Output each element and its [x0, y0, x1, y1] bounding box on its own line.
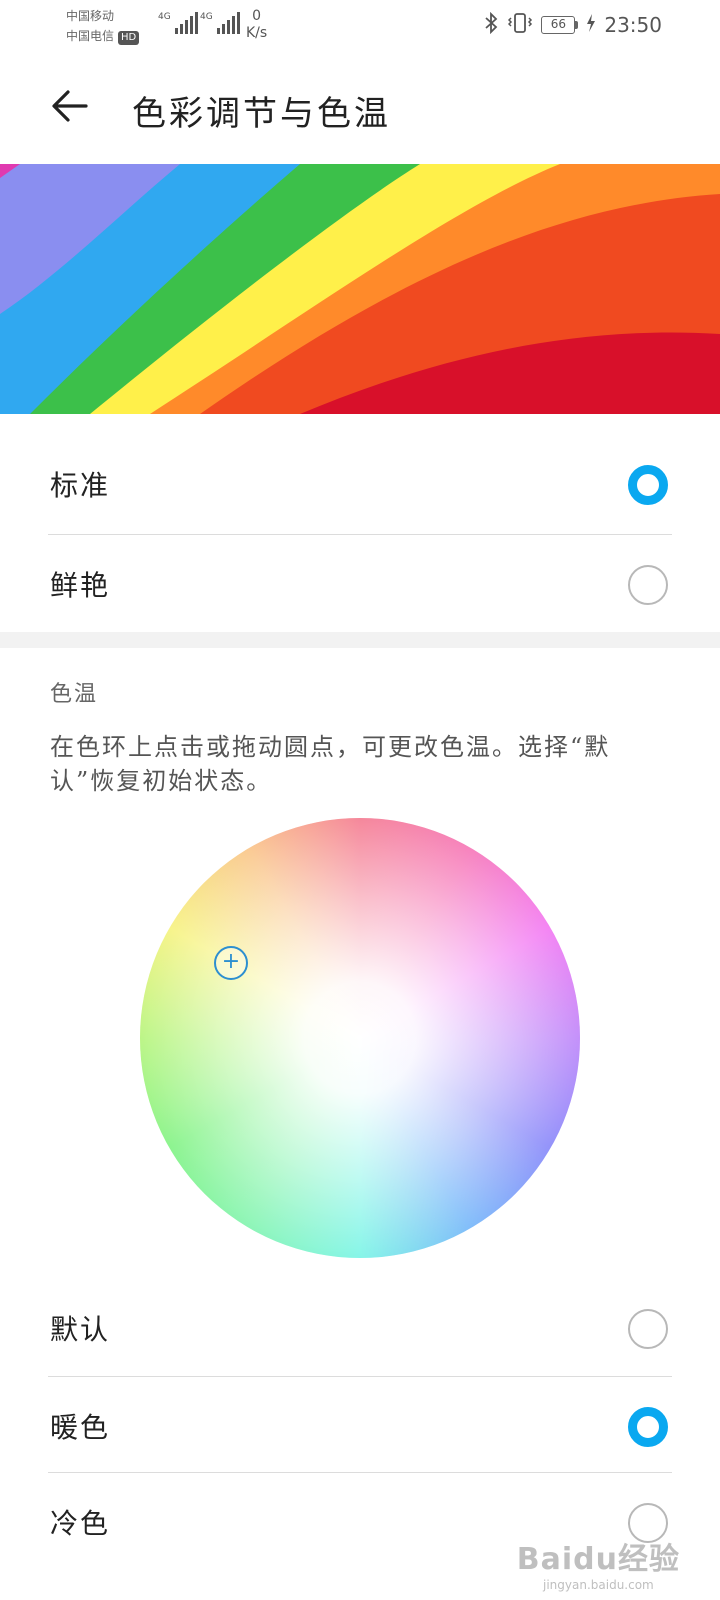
- speed-unit: K/s: [246, 25, 268, 41]
- charging-icon: [586, 13, 596, 37]
- hd-badge: HD: [118, 31, 140, 45]
- status-icons: 66 23:50: [483, 11, 662, 38]
- carrier-1-label: 中国移动: [66, 9, 115, 23]
- signal-2-type: 4G: [200, 12, 213, 22]
- plus-icon: +: [221, 949, 241, 974]
- page-title: 色彩调节与色温: [132, 94, 391, 134]
- color-picker-handle[interactable]: +: [214, 946, 248, 980]
- radio-button[interactable]: [628, 565, 668, 605]
- carrier-2-label: 中国电信: [66, 29, 115, 43]
- temperature-option-warm[interactable]: 暖色: [0, 1378, 720, 1474]
- signal-1-type: 4G: [158, 12, 171, 22]
- watermark-logo: Baidu经验: [516, 1542, 680, 1577]
- radio-button[interactable]: [628, 465, 668, 505]
- carrier-info: 中国移动 中国电信 HD: [66, 6, 140, 46]
- arrow-left-icon: [52, 90, 88, 122]
- battery-level: 66: [541, 16, 576, 34]
- status-bar: 中国移动 中国电信 HD 4G 4G 0 K/s 66 23:50: [0, 0, 720, 52]
- section-title: 色温: [50, 682, 99, 707]
- battery-icon: 66: [541, 16, 579, 34]
- option-label: 冷色: [50, 1507, 111, 1540]
- color-banner-image: [0, 164, 720, 414]
- baidu-watermark: Baidu经验 jingyan.baidu.com: [517, 1534, 680, 1592]
- option-label: 鲜艳: [50, 569, 111, 602]
- network-speed: 0 K/s: [246, 8, 267, 42]
- vibrate-icon: [507, 12, 533, 38]
- back-button[interactable]: [48, 84, 92, 128]
- divider: [48, 534, 672, 535]
- speed-value: 0: [252, 8, 262, 24]
- color-mode-option-standard[interactable]: 标准: [0, 436, 720, 532]
- color-mode-option-vivid[interactable]: 鲜艳: [0, 536, 720, 632]
- option-label: 默认: [50, 1313, 111, 1346]
- signal-1-icon: 4G: [158, 12, 198, 34]
- clock: 23:50: [604, 13, 662, 37]
- color-wheel[interactable]: +: [140, 818, 580, 1258]
- app-bar: 色彩调节与色温: [0, 68, 720, 144]
- bluetooth-icon: [483, 11, 499, 38]
- temperature-option-default[interactable]: 默认: [0, 1280, 720, 1376]
- option-label: 暖色: [50, 1411, 111, 1444]
- radio-button[interactable]: [628, 1407, 668, 1447]
- color-wheel-fade: [140, 818, 580, 1258]
- section-description: 在色环上点击或拖动圆点，可更改色温。选择“默认”恢复初始状态。: [50, 733, 611, 795]
- section-separator: [0, 632, 720, 648]
- divider: [48, 1376, 672, 1377]
- signal-2-icon: 4G: [200, 12, 240, 34]
- radio-button[interactable]: [628, 1309, 668, 1349]
- watermark-url: jingyan.baidu.com: [543, 1578, 654, 1592]
- option-label: 标准: [50, 469, 111, 502]
- divider: [48, 1472, 672, 1473]
